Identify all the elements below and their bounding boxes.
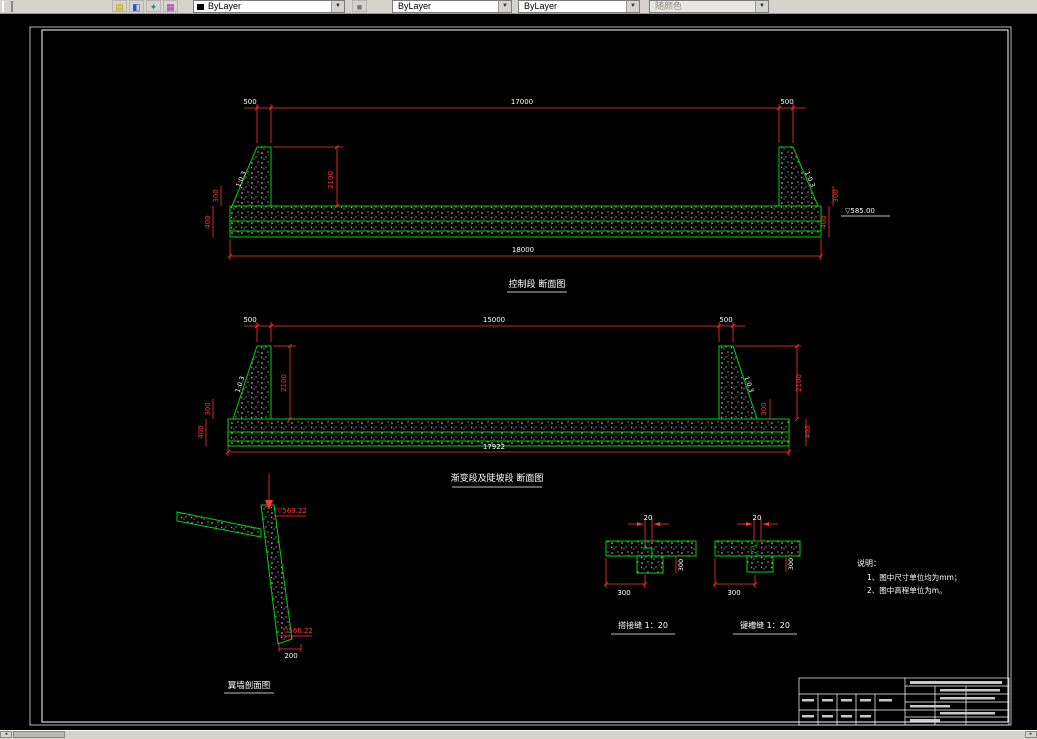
color-swatch-icon[interactable]: ■ xyxy=(352,0,367,12)
j2-dim-20: 20 xyxy=(753,514,762,522)
notes-line1: 1、图中尺寸单位均为mm； xyxy=(867,572,961,582)
wingwall-structure xyxy=(176,504,293,645)
s2-dim-2100-left: 2100 xyxy=(280,374,288,392)
layer-combobox[interactable]: ByLayer ▼ xyxy=(193,0,345,13)
plotstyle-combobox: 随颜色 ▼ xyxy=(649,0,769,13)
s2-dim-400-right: 400 xyxy=(804,425,812,438)
section2-structure xyxy=(227,345,790,447)
notes-block: 说明： 1、图中尺寸单位均为mm； 2、图中高程单位为m。 xyxy=(857,558,961,595)
s2-dim-15000: 15000 xyxy=(483,316,505,324)
color-combobox[interactable]: ByLayer ▼ xyxy=(392,0,512,13)
plotstyle-combobox-value: 随颜色 xyxy=(655,1,683,11)
drawing-border-frame xyxy=(29,26,1012,726)
s1-dim-500-right: 500 xyxy=(780,98,793,106)
properties-toolbar: ▤ ◧ ✦ ▦ ByLayer ▼ ■ ByLayer ▼ ByLayer ▼ … xyxy=(0,0,1037,14)
layer-color-chip-icon xyxy=(197,4,204,10)
j1-dim-300v: 300 xyxy=(677,559,685,571)
section2-title: 渐变段及陡坡段 断面图 xyxy=(451,472,544,488)
s2-dim-500-left: 500 xyxy=(243,316,256,324)
s3-dim-200: 200 xyxy=(284,652,297,660)
scrollbar-thumb[interactable] xyxy=(13,731,65,738)
notes-line2: 2、图中高程单位为m。 xyxy=(867,585,947,595)
s1-dim-500-left: 500 xyxy=(243,98,256,106)
j2-title: 键槽缝 1：20 xyxy=(740,620,790,630)
title-block xyxy=(798,677,1010,726)
linetype-combobox-value: ByLayer xyxy=(524,1,558,11)
s2-title: 渐变段及陡坡段 断面图 xyxy=(451,472,544,484)
s1-title: 控制段 断面图 xyxy=(509,278,566,290)
s2-dim-300-right: 300 xyxy=(760,402,768,415)
scroll-right-button[interactable]: ▸ xyxy=(1025,731,1037,738)
s2-dim-500-right: 500 xyxy=(719,316,732,324)
section1-title: 控制段 断面图 xyxy=(507,278,567,293)
s2-dim-300-left: 300 xyxy=(204,402,212,415)
layer-combobox-value: ByLayer xyxy=(208,1,242,11)
toolbar-grip[interactable] xyxy=(2,1,13,12)
j1-dim-300: 300 xyxy=(617,589,630,597)
j2-dim-300: 300 xyxy=(727,589,740,597)
s1-dim-17000: 17000 xyxy=(511,98,533,106)
s3-elev-bottom: ▽566.22 xyxy=(283,627,313,635)
lap-joint-title: 搭接缝 1：20 xyxy=(611,620,675,635)
key-joint-title: 键槽缝 1：20 xyxy=(733,620,797,635)
wingwall-title: 翼墙剖面图 xyxy=(224,680,274,694)
s1-dim-2100: 2100 xyxy=(327,171,335,189)
j1-dim-20: 20 xyxy=(644,514,653,522)
scroll-left-button[interactable]: ◂ xyxy=(0,731,12,738)
chevron-down-icon[interactable]: ▼ xyxy=(626,1,639,12)
layer-previous-icon[interactable]: ✦ xyxy=(146,0,161,12)
j1-title: 搭接缝 1：20 xyxy=(618,620,668,630)
s1-elevation-marker: ▽585.00 xyxy=(845,207,875,215)
layer-manager-icon[interactable]: ▤ xyxy=(112,0,127,12)
s2-dim-17922: 17922 xyxy=(483,443,505,451)
layer-states-icon[interactable]: ▦ xyxy=(163,0,178,12)
s3-elev-top: ▽569.22 xyxy=(277,507,307,515)
color-combobox-value: ByLayer xyxy=(398,1,432,11)
s2-dim-2100-right: 2100 xyxy=(795,374,803,392)
make-layer-current-icon[interactable]: ◧ xyxy=(129,0,144,12)
s1-dim-300-left: 300 xyxy=(212,189,220,202)
cad-model-space[interactable]: 500 17000 500 18000 2100 300 400 300 400… xyxy=(0,0,1037,738)
chevron-down-icon: ▼ xyxy=(755,1,768,12)
j2-dim-300v: 300 xyxy=(787,558,795,570)
chevron-down-icon[interactable]: ▼ xyxy=(498,1,511,12)
s3-title: 翼墙剖面图 xyxy=(228,680,271,691)
s1-dim-18000: 18000 xyxy=(512,246,534,254)
linetype-combobox[interactable]: ByLayer ▼ xyxy=(518,0,640,13)
chevron-down-icon[interactable]: ▼ xyxy=(331,1,344,12)
s1-dim-400-right: 400 xyxy=(820,215,828,228)
s1-dim-300-right: 300 xyxy=(832,189,840,202)
section1-structure xyxy=(229,146,822,238)
notes-heading: 说明： xyxy=(857,558,881,568)
s2-dim-400-left: 400 xyxy=(197,425,205,438)
s1-dim-400-left: 400 xyxy=(204,215,212,228)
